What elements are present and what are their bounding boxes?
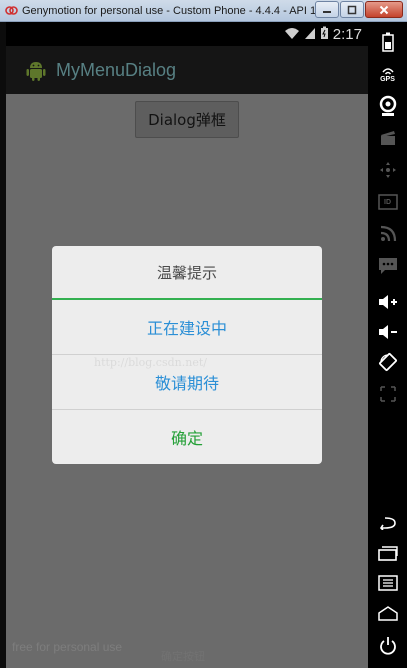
minimize-button[interactable]: [315, 1, 339, 18]
navigation-widget[interactable]: [368, 156, 407, 184]
status-time: 2:17: [332, 25, 362, 43]
action-bar: MyMenuDialog: [6, 46, 368, 94]
dpad-icon: [379, 162, 396, 178]
android-icon: [24, 58, 48, 82]
scale-button[interactable]: [368, 380, 407, 408]
close-icon: [379, 5, 389, 14]
window-titlebar: Genymotion for personal use - Custom Pho…: [0, 0, 407, 22]
device-id-widget[interactable]: ID: [368, 188, 407, 216]
dialog-item-under-construction[interactable]: 正在建设中: [52, 300, 322, 355]
menu-icon: [377, 575, 398, 591]
back-button[interactable]: [368, 509, 407, 537]
dialog-button[interactable]: Dialog弹框: [135, 101, 239, 138]
watermark: http://blog.csdn.net/: [94, 356, 207, 369]
webcam-widget[interactable]: [368, 92, 407, 120]
power-icon: [379, 637, 396, 655]
app-title: MyMenuDialog: [56, 59, 177, 80]
back-icon: [379, 517, 396, 530]
rss-icon: [380, 225, 396, 242]
personal-use-overlay: free for personal use: [12, 640, 123, 654]
pixel-scale-icon: [379, 386, 396, 402]
battery-icon: [381, 32, 394, 52]
rotate-icon: [378, 353, 397, 371]
status-bar: 2:17: [6, 22, 368, 46]
volume-down-button[interactable]: [368, 318, 407, 346]
network-widget[interactable]: [368, 220, 407, 248]
maximize-icon: [347, 5, 357, 14]
recent-apps-icon: [377, 546, 398, 561]
id-label: ID: [384, 198, 391, 206]
menu-dialog: 温馨提示 正在建设中 敬请期待 确定: [52, 246, 322, 464]
message-icon: [378, 258, 397, 274]
sms-widget[interactable]: [368, 252, 407, 280]
close-button[interactable]: [365, 1, 403, 18]
clapperboard-icon: [380, 131, 395, 145]
webcam-icon: [379, 95, 396, 116]
volume-down-icon: [378, 325, 397, 339]
overlay-text-secondary: 确定按钮: [161, 650, 205, 663]
window-title: Genymotion for personal use - Custom Pho…: [22, 4, 328, 17]
phone-screen: 2:17 MyMenuDialog Dialog弹框 温馨提示 正在建设中 敬请…: [6, 22, 368, 668]
power-button[interactable]: [368, 632, 407, 660]
dialog-title: 温馨提示: [156, 263, 217, 282]
home-button[interactable]: [368, 599, 407, 627]
signal-icon: [304, 25, 316, 44]
gps-widget[interactable]: GPS: [368, 60, 407, 88]
video-capture-widget[interactable]: [368, 124, 407, 152]
volume-up-button[interactable]: [368, 288, 407, 316]
genymotion-icon: [4, 4, 18, 18]
menu-button[interactable]: [368, 569, 407, 597]
wifi-icon: [284, 25, 300, 44]
maximize-button[interactable]: [340, 1, 364, 18]
battery-icon: [320, 25, 329, 44]
volume-up-icon: [378, 295, 397, 309]
genymotion-toolbar: GPS ID: [368, 22, 407, 668]
minimize-icon: [323, 10, 331, 13]
battery-widget[interactable]: [368, 28, 407, 56]
gps-icon: [381, 67, 394, 75]
home-icon: [377, 606, 398, 621]
recent-apps-button[interactable]: [368, 539, 407, 567]
dialog-confirm-button[interactable]: 确定: [52, 410, 322, 464]
gps-label: GPS: [380, 75, 395, 83]
rotate-button[interactable]: [368, 348, 407, 376]
